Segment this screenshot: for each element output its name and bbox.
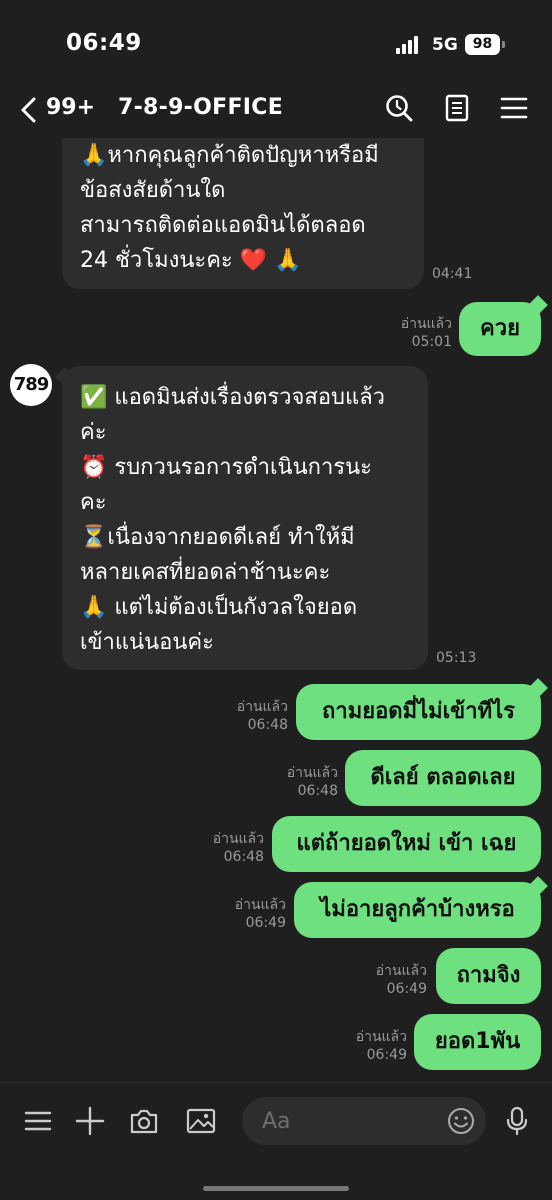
- message-line: ⏳เนื่องจากยอดดีเลย์ ทำให้มี: [80, 525, 355, 550]
- message-time: 06:48: [297, 783, 338, 799]
- outgoing-message[interactable]: ถามจิง: [436, 948, 541, 1004]
- message-meta: อ่านแล้ว 06:48: [274, 764, 338, 800]
- message-line: 🙏หากคุณลูกค้าติดปัญหาหรือมี: [80, 143, 379, 168]
- message-line: 24 ชั่วโมงนะคะ ❤️ 🙏: [80, 248, 302, 273]
- outgoing-message[interactable]: ยอด1พัน: [414, 1014, 541, 1070]
- chevron-left-icon[interactable]: [16, 94, 44, 126]
- message-meta: อ่านแล้ว 06:48: [224, 698, 288, 734]
- read-receipt: อ่านแล้ว: [236, 699, 288, 715]
- message-meta: อ่านแล้ว 05:01: [388, 315, 452, 351]
- outgoing-message[interactable]: แต่ถ้ายอดใหม่ เข้า เฉย: [272, 816, 541, 872]
- message-line: เข้าแน่นอนค่ะ: [80, 630, 214, 655]
- message-time: 06:49: [245, 915, 286, 931]
- signal-icon: [396, 36, 422, 54]
- smiley-icon[interactable]: [446, 1106, 476, 1136]
- message-line: สามารถติดต่อแอดมินได้ตลอด: [80, 213, 366, 238]
- outgoing-message[interactable]: ดีเลย์ ตลอดเลย: [345, 750, 541, 806]
- message-line: คะ: [80, 490, 107, 515]
- message-line: ข้อสงสัยด้านใด: [80, 178, 226, 203]
- image-icon[interactable]: [185, 1105, 217, 1137]
- hamburger-icon[interactable]: [499, 93, 529, 123]
- message-line: 🙏 แต่ไม่ต้องเป็นกังวลใจยอด: [80, 595, 358, 620]
- network-label: 5G: [432, 35, 458, 55]
- read-receipt: อ่านแล้ว: [375, 963, 427, 979]
- message-time: 06:48: [223, 849, 264, 865]
- chat-header: 99+ 7-8-9-OFFICE: [0, 82, 552, 138]
- message-meta: อ่านแล้ว 06:49: [343, 1028, 407, 1064]
- unread-count[interactable]: 99+: [46, 95, 95, 120]
- read-receipt: อ่านแล้ว: [400, 316, 452, 332]
- battery-icon: 98: [465, 34, 500, 55]
- message-time: 04:41: [432, 266, 473, 282]
- message-time: 05:01: [411, 334, 452, 350]
- incoming-message[interactable]: ✅ แอดมินส่งเรื่องตรวจสอบแล้ว ค่ะ ⏰ รบกวน…: [62, 366, 428, 670]
- search-icon[interactable]: [384, 93, 414, 123]
- outgoing-message[interactable]: ควย: [459, 302, 541, 356]
- chat-messages[interactable]: 🙏หากคุณลูกค้าติดปัญหาหรือมี ข้อสงสัยด้าน…: [0, 138, 552, 1082]
- message-time: 06:49: [366, 1047, 407, 1063]
- read-receipt: อ่านแล้ว: [286, 765, 338, 781]
- message-meta: อ่านแล้ว 06:49: [363, 962, 427, 998]
- read-receipt: อ่านแล้ว: [234, 897, 286, 913]
- status-time: 06:49: [66, 30, 142, 56]
- home-indicator: [203, 1186, 349, 1191]
- read-receipt: อ่านแล้ว: [355, 1029, 407, 1045]
- camera-icon[interactable]: [128, 1105, 160, 1137]
- incoming-message[interactable]: 🙏หากคุณลูกค้าติดปัญหาหรือมี ข้อสงสัยด้าน…: [62, 138, 424, 289]
- message-line: หลายเคสที่ยอดล่าช้านะคะ: [80, 560, 331, 585]
- outgoing-message[interactable]: ถามยอดมี่ไม่เข้าทีไร: [296, 684, 541, 740]
- plus-icon[interactable]: [74, 1105, 106, 1137]
- composer-bar: [0, 1082, 552, 1200]
- message-meta: อ่านแล้ว 06:49: [222, 896, 286, 932]
- document-icon[interactable]: [442, 93, 472, 123]
- avatar[interactable]: 789: [10, 364, 52, 406]
- microphone-icon[interactable]: [501, 1105, 533, 1137]
- battery-tip: [502, 41, 505, 48]
- message-time: 06:48: [247, 717, 288, 733]
- read-receipt: อ่านแล้ว: [212, 831, 264, 847]
- status-bar: 06:49 5G 98: [0, 0, 552, 82]
- chat-title[interactable]: 7-8-9-OFFICE: [118, 95, 283, 120]
- menu-icon[interactable]: [22, 1105, 54, 1137]
- message-line: ✅ แอดมินส่งเรื่องตรวจสอบแล้ว: [80, 385, 386, 410]
- message-line: ⏰ รบกวนรอการดำเนินการนะ: [80, 455, 372, 480]
- message-meta: อ่านแล้ว 06:48: [200, 830, 264, 866]
- message-time: 06:49: [386, 981, 427, 997]
- message-time: 05:13: [436, 650, 477, 666]
- message-line: ค่ะ: [80, 420, 107, 445]
- outgoing-message[interactable]: ไม่อายลูกค้าบ้างหรอ: [294, 882, 541, 938]
